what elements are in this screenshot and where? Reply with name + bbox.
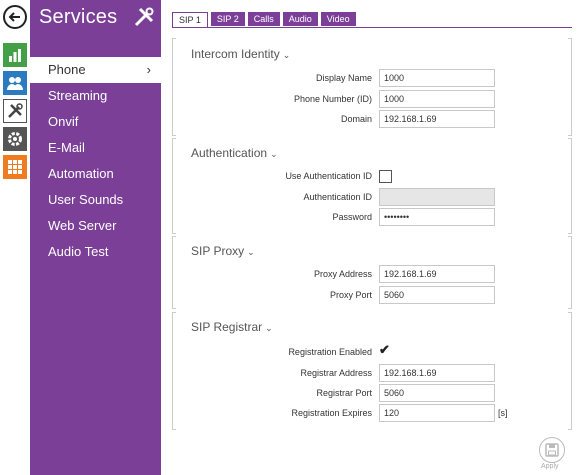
sidebar-item-label: Streaming [48,88,108,103]
registrar-port-input[interactable]: 5060 [379,384,495,402]
tab-bar: SIP 1 SIP 2 Calls Audio Video [172,12,359,28]
grid-icon[interactable] [3,155,27,179]
sidebar-title: Services [39,6,118,28]
phone-number-input[interactable]: 1000 [379,90,495,108]
proxy-port-label: Proxy Port [329,290,372,300]
tab-calls[interactable]: Calls [247,12,280,26]
sidebar-item-label: Audio Test [48,244,109,259]
section-title-text: Intercom Identity [191,47,280,61]
chevron-right-icon: › [146,62,151,77]
sidebar-item-label: Onvif [48,114,79,129]
display-name-input[interactable]: 1000 [379,69,495,87]
registrar-address-input[interactable]: 192.168.1.69 [379,364,495,382]
back-arrow-icon[interactable] [3,5,27,29]
use-auth-id-label: Use Authentication ID [285,171,372,181]
domain-input[interactable]: 192.168.1.69 [379,110,495,128]
section-border-right [568,38,572,136]
section-title-sip-registrar[interactable]: SIP Registrar ⌄ [191,320,273,334]
password-label: Password [332,212,372,222]
sidebar-item-streaming[interactable]: Streaming [30,83,161,109]
services-menu: Phone › Streaming Onvif E-Mail Automation… [30,57,161,265]
tab-sip-2[interactable]: SIP 2 [210,12,245,26]
services-sidebar: Services Phone › Streaming Onvif E-Mail A… [30,0,161,475]
password-input[interactable]: •••••••• [379,208,495,226]
apply-button[interactable] [539,437,565,463]
sidebar-item-onvif[interactable]: Onvif [30,109,161,135]
bar-chart-icon[interactable] [3,43,27,67]
sidebar-item-audio-test[interactable]: Audio Test [30,239,161,265]
registrar-address-label: Registrar Address [300,368,372,378]
proxy-port-input[interactable]: 5060 [379,286,495,304]
tab-sip-1[interactable]: SIP 1 [172,12,208,28]
display-name-label: Display Name [315,73,372,83]
phone-number-label: Phone Number (ID) [293,94,372,104]
proxy-address-label: Proxy Address [313,269,372,279]
section-title-identity[interactable]: Intercom Identity ⌄ [191,47,290,61]
sidebar-item-label: E-Mail [48,140,85,155]
wrench-screwdriver-icon [132,5,156,29]
registration-enabled-label: Registration Enabled [288,347,372,357]
section-border-right [568,236,572,309]
save-icon [545,443,559,457]
section-border-right [568,138,572,234]
registration-expires-unit: [s] [498,408,508,418]
tools-icon[interactable] [3,99,27,123]
section-title-sip-proxy[interactable]: SIP Proxy ⌄ [191,244,255,258]
app-rail [0,0,30,475]
sidebar-item-user-sounds[interactable]: User Sounds [30,187,161,213]
tab-video[interactable]: Video [320,12,356,26]
auth-id-label: Authentication ID [303,192,372,202]
users-icon[interactable] [3,71,27,95]
section-title-authentication[interactable]: Authentication ⌄ [191,146,278,160]
sidebar-item-phone[interactable]: Phone › [30,57,161,83]
section-title-text: SIP Proxy [191,244,245,258]
sidebar-item-email[interactable]: E-Mail [30,135,161,161]
checkmark-icon: ✔ [379,342,390,357]
chevron-down-icon: ⌄ [265,323,273,333]
registration-expires-label: Registration Expires [291,408,372,418]
auth-id-input[interactable] [379,188,495,206]
domain-label: Domain [340,114,372,124]
tab-audio[interactable]: Audio [282,12,318,26]
registrar-port-label: Registrar Port [316,388,372,398]
chevron-down-icon: ⌄ [270,149,278,159]
sidebar-item-label: User Sounds [48,192,124,207]
tab-underline [172,27,572,28]
section-title-text: Authentication [191,146,268,160]
sidebar-item-label: Web Server [48,218,117,233]
registration-enabled-checkbox[interactable]: ✔ [379,342,392,359]
sidebar-item-label: Phone [48,62,86,77]
gear-icon[interactable] [3,127,27,151]
proxy-address-input[interactable]: 192.168.1.69 [379,265,495,283]
sidebar-item-label: Automation [48,166,114,181]
chevron-down-icon: ⌄ [282,50,291,60]
registration-expires-input[interactable]: 120 [379,404,495,422]
sidebar-item-web-server[interactable]: Web Server [30,213,161,239]
use-auth-id-checkbox[interactable] [379,170,392,183]
apply-label: Apply [541,463,559,470]
chevron-down-icon: ⌄ [247,247,255,257]
section-border-right [568,312,572,430]
sidebar-item-automation[interactable]: Automation [30,161,161,187]
section-title-text: SIP Registrar [191,320,263,334]
